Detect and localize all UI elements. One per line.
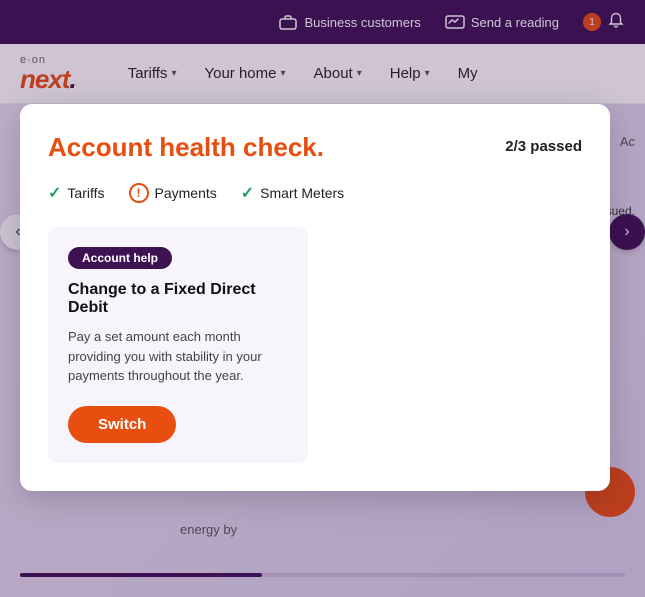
switch-button[interactable]: Switch — [68, 406, 176, 443]
modal-header: Account health check. 2/3 passed — [48, 132, 582, 163]
check-tariffs-icon: ✓ — [48, 183, 61, 203]
modal-title: Account health check. — [48, 132, 324, 163]
check-tariffs: ✓ Tariffs — [48, 183, 105, 203]
check-payments: ! Payments — [129, 183, 217, 203]
card-tag: Account help — [68, 247, 172, 269]
health-check-modal: Account health check. 2/3 passed ✓ Tarif… — [20, 104, 610, 491]
card-body: Pay a set amount each month providing yo… — [68, 327, 288, 386]
check-payments-warning-icon: ! — [129, 183, 149, 203]
modal-checks: ✓ Tariffs ! Payments ✓ Smart Meters — [48, 183, 582, 203]
modal-passed: 2/3 passed — [505, 138, 582, 155]
check-payments-label: Payments — [155, 185, 217, 201]
check-smart-meters-icon: ✓ — [241, 183, 254, 203]
recommendation-card: Account help Change to a Fixed Direct De… — [48, 227, 308, 463]
check-tariffs-label: Tariffs — [67, 185, 104, 201]
card-title: Change to a Fixed Direct Debit — [68, 281, 288, 317]
modal-overlay: Account health check. 2/3 passed ✓ Tarif… — [0, 0, 645, 597]
check-smart-meters-label: Smart Meters — [260, 185, 344, 201]
check-smart-meters: ✓ Smart Meters — [241, 183, 344, 203]
